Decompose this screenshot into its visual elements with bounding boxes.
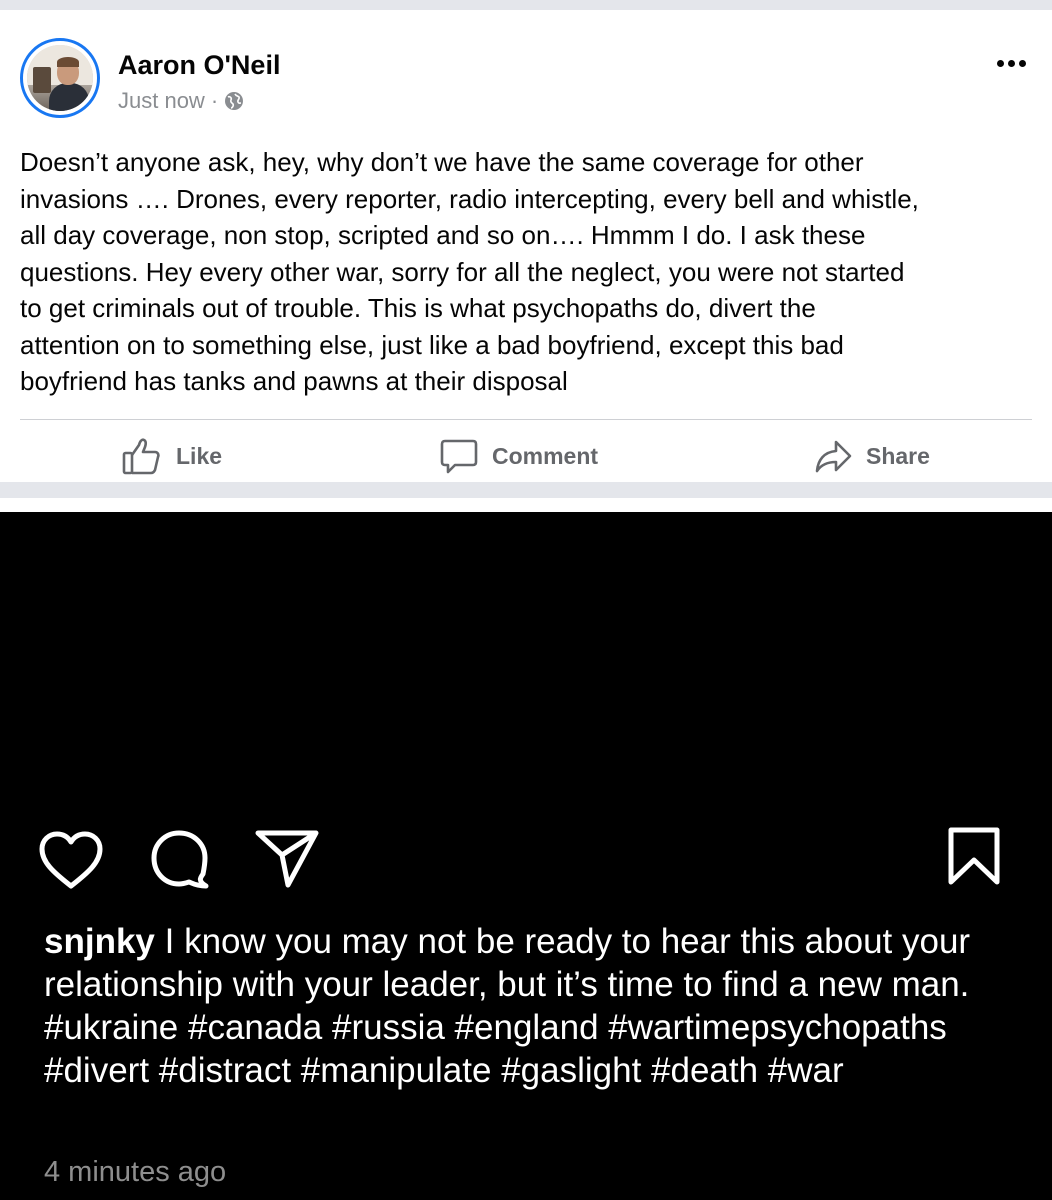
facebook-post-card: Aaron O'Neil Just now · Doesn’t anyone a… xyxy=(0,10,1052,482)
instagram-post: snjnky I know you may not be ready to he… xyxy=(0,512,1052,1200)
card-separator xyxy=(0,482,1052,498)
post-meta: Just now · xyxy=(118,88,244,114)
comment-icon[interactable] xyxy=(148,828,212,890)
author-name[interactable]: Aaron O'Neil xyxy=(118,50,280,81)
caption-username[interactable]: snjnky xyxy=(44,922,155,961)
post-caption: snjnky I know you may not be ready to he… xyxy=(44,920,1024,1092)
share-arrow-icon xyxy=(814,438,852,474)
globe-icon xyxy=(224,91,244,111)
divider xyxy=(20,419,1032,420)
share-icon[interactable] xyxy=(254,828,320,890)
thumbs-up-icon xyxy=(122,437,162,475)
caption-text: I know you may not be ready to hear this… xyxy=(44,922,971,1090)
like-button[interactable]: Like xyxy=(122,436,222,476)
facebook-post-region: Aaron O'Neil Just now · Doesn’t anyone a… xyxy=(0,0,1052,512)
bookmark-icon[interactable] xyxy=(946,826,1002,886)
author-avatar[interactable] xyxy=(20,38,100,118)
comment-button[interactable]: Comment xyxy=(440,436,598,476)
share-label: Share xyxy=(866,442,930,469)
more-dots-icon[interactable] xyxy=(997,60,1026,67)
comment-label: Comment xyxy=(492,442,599,469)
heart-icon[interactable] xyxy=(38,830,104,890)
share-button[interactable]: Share xyxy=(814,436,930,476)
post-text: Doesn’t anyone ask, hey, why don’t we ha… xyxy=(20,147,919,396)
like-label: Like xyxy=(176,442,223,469)
comment-bubble-icon xyxy=(440,437,478,475)
avatar-photo xyxy=(27,45,93,111)
next-card-edge xyxy=(0,498,1052,512)
post-timestamp[interactable]: Just now · xyxy=(118,88,218,114)
post-timestamp: 4 minutes ago xyxy=(44,1156,227,1188)
